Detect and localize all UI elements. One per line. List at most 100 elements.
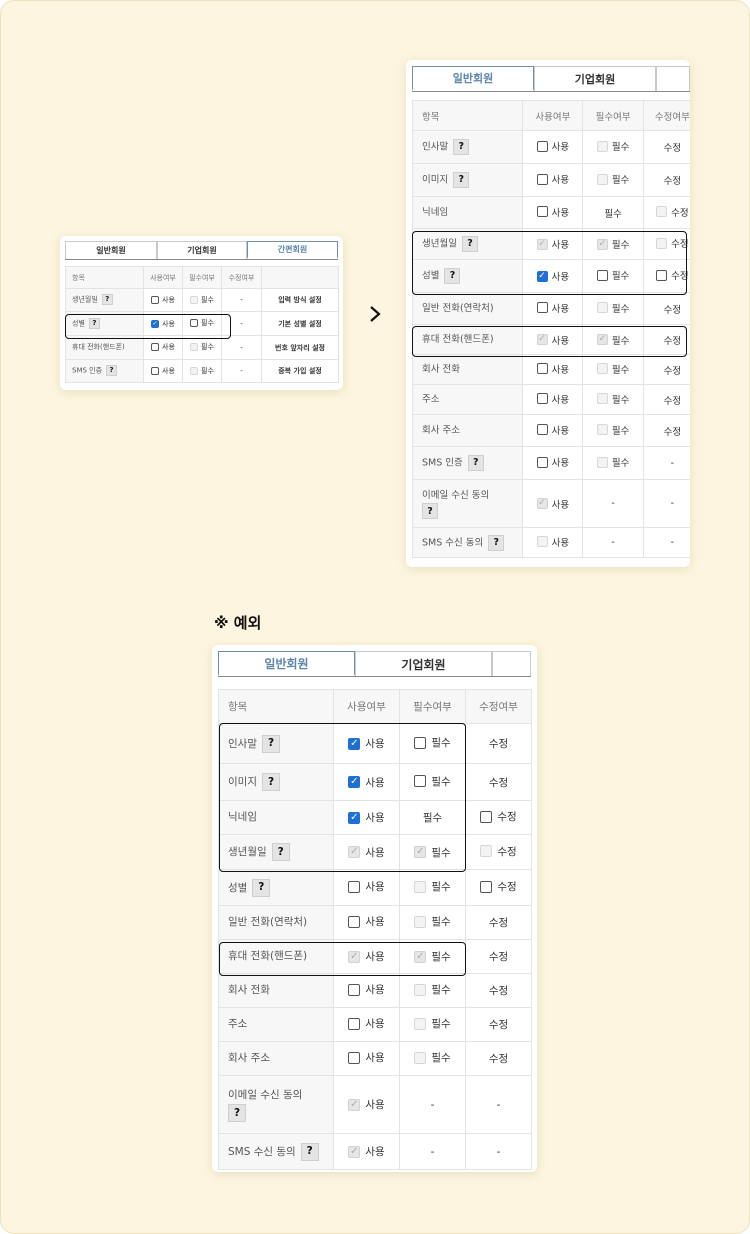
help-icon[interactable]: ? [461, 236, 478, 252]
tab-general[interactable]: 일반회원 [65, 241, 157, 259]
use-checkbox[interactable] [151, 295, 160, 304]
tab-general[interactable]: 일반회원 [412, 66, 534, 91]
general-member-settings-card-before: 일반회원 기업회원 항목 사용여부 필수여부 수정여부 인사말? 사용 필수 수정 이미지? 사용… [406, 60, 690, 567]
required-label: 필수 [431, 1052, 451, 1065]
use-checkbox[interactable]: ✓ [348, 776, 361, 788]
use-checkbox[interactable] [348, 880, 361, 893]
use-checkbox[interactable] [536, 173, 548, 185]
required-cell: 필수 [582, 292, 644, 325]
use-checkbox[interactable] [151, 343, 160, 351]
tab-more[interactable] [492, 651, 531, 676]
tab-simple[interactable]: 간편회원 [247, 241, 338, 259]
use-checkbox[interactable] [348, 1017, 361, 1030]
action-link[interactable]: 번호 앞자리 설정 [275, 344, 325, 352]
row-label-cell: SMS 수신 동의? [411, 527, 524, 558]
use-option: 사용 [348, 879, 385, 894]
help-icon[interactable]: ? [271, 843, 290, 861]
edit-cell: 수정 [642, 384, 690, 415]
required-cell: ✓ 필수 [399, 834, 466, 870]
use-checkbox[interactable] [348, 1051, 361, 1064]
use-label: 사용 [551, 394, 570, 406]
use-checkbox[interactable] [536, 140, 548, 152]
use-checkbox[interactable]: ✓ [348, 811, 361, 824]
use-checkbox[interactable] [348, 983, 361, 996]
edit-checkbox[interactable] [480, 880, 493, 893]
action-cell[interactable]: 중복 가입 설정 [261, 359, 339, 383]
member-type-tabs: 일반회원 기업회원 [412, 66, 690, 92]
row-label-cell: 닉네임 [218, 800, 334, 835]
edit-cell: 수정 [465, 1007, 532, 1042]
help-icon[interactable]: ? [88, 317, 100, 329]
help-icon[interactable]: ? [488, 534, 505, 551]
not-applicable-dash: - [496, 1098, 501, 1111]
help-icon[interactable]: ? [453, 172, 470, 188]
use-label: 사용 [551, 425, 570, 437]
required-cell: 필수 [182, 335, 222, 360]
table-row: 휴대 전화(핸드폰) 사용 필수 - 번호 앞자리 설정 [65, 335, 339, 360]
action-cell[interactable]: 기본 성별 설정 [261, 311, 339, 336]
header-use: 사용여부 [143, 266, 183, 289]
row-label-cell: 회사 주소 [411, 414, 524, 447]
action-link[interactable]: 기본 성별 설정 [278, 320, 322, 328]
required-checkbox[interactable] [596, 269, 608, 281]
action-cell[interactable]: 입력 방식 설정 [261, 288, 339, 312]
row-label: 일반 전화(연락처) [422, 302, 494, 314]
required-checkbox[interactable] [414, 736, 427, 749]
edit-checkbox[interactable] [656, 269, 668, 281]
use-checkbox[interactable]: ✓ [348, 737, 361, 750]
required-option: 필수 [414, 735, 451, 750]
use-label: 사용 [365, 1018, 385, 1031]
help-icon[interactable]: ? [106, 365, 118, 377]
row-label-cell: 생년월일? [411, 228, 524, 260]
edit-cell: 수정 [642, 228, 690, 260]
use-checkbox[interactable] [536, 302, 548, 314]
use-checkbox[interactable] [151, 366, 160, 375]
required-label: 필수 [611, 142, 630, 154]
action-link[interactable]: 입력 방식 설정 [278, 296, 322, 304]
table-row: 일반 전화(연락처) 사용 필수 수정 [411, 292, 690, 325]
help-icon[interactable]: ? [261, 773, 280, 791]
help-icon[interactable]: ? [422, 503, 438, 520]
use-checkbox[interactable] [536, 393, 548, 405]
use-cell: ✓ 사용 [333, 723, 400, 764]
edit-checkbox[interactable] [480, 810, 493, 823]
use-checkbox[interactable] [536, 363, 548, 375]
required-checkbox [414, 1017, 427, 1030]
table-row: 성별? ✓ 사용 필수 수정 [411, 259, 690, 293]
tab-more[interactable] [656, 66, 690, 91]
help-icon[interactable]: ? [228, 1103, 246, 1122]
use-checkbox[interactable]: ✓ [151, 319, 160, 328]
use-checkbox[interactable] [536, 206, 548, 218]
use-cell: ✓ 사용 [333, 834, 400, 870]
use-checkbox[interactable]: ✓ [536, 270, 548, 282]
help-icon[interactable]: ? [261, 734, 280, 753]
action-cell[interactable]: 번호 앞자리 설정 [261, 335, 339, 360]
help-icon[interactable]: ? [467, 455, 484, 471]
use-checkbox[interactable] [536, 424, 548, 436]
action-link[interactable]: 중복 가입 설정 [278, 367, 322, 375]
tab-company[interactable]: 기업회원 [534, 66, 656, 91]
help-icon[interactable]: ? [300, 1142, 319, 1161]
required-checkbox[interactable] [190, 319, 199, 327]
row-label: 주소 [228, 1018, 248, 1031]
row-label: SMS 인증 [72, 366, 103, 375]
help-icon[interactable]: ? [453, 139, 470, 155]
required-cell: 필수 [399, 1041, 466, 1076]
edit-label: 수정 [497, 881, 517, 894]
tab-company[interactable]: 기업회원 [355, 651, 492, 676]
required-checkbox[interactable] [414, 775, 427, 788]
table-row: 인사말? ✓ 사용 필수 수정 [218, 723, 532, 764]
help-icon[interactable]: ? [101, 294, 113, 306]
help-icon[interactable]: ? [252, 878, 271, 897]
required-checkbox [190, 295, 199, 304]
tab-general[interactable]: 일반회원 [218, 651, 355, 676]
use-checkbox[interactable] [536, 456, 548, 468]
tab-company[interactable]: 기업회원 [157, 241, 247, 259]
use-label: 사용 [551, 499, 570, 511]
help-icon[interactable]: ? [444, 268, 461, 284]
required-cell: 필수 [582, 414, 644, 447]
row-label-cell: 이미지? [411, 163, 524, 197]
use-checkbox[interactable] [348, 915, 361, 928]
required-label: 필수 [611, 271, 630, 283]
row-label: 성별 [228, 881, 248, 894]
